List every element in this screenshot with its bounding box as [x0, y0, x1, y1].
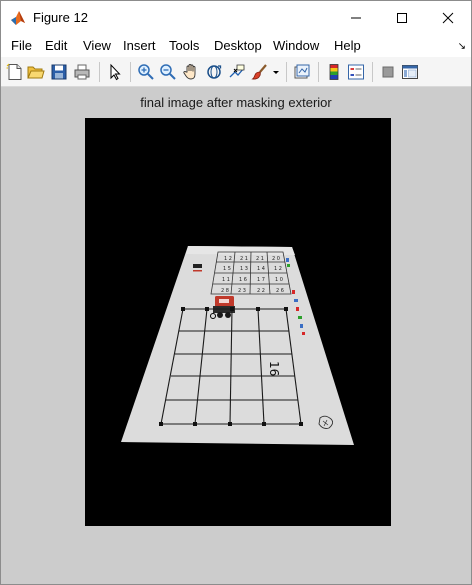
maximize-button[interactable]	[379, 1, 425, 35]
insert-colorbar-icon[interactable]	[325, 63, 343, 81]
grid-number: 16	[267, 361, 281, 376]
show-plot-tools-icon[interactable]	[401, 63, 419, 81]
open-file-icon[interactable]	[27, 63, 45, 81]
svg-text:1 5: 1 5	[223, 266, 231, 272]
menu-view[interactable]: View	[83, 38, 111, 54]
menu-edit[interactable]: Edit	[45, 38, 67, 54]
menu-file[interactable]: File	[11, 38, 32, 54]
svg-text:1 6: 1 6	[239, 277, 247, 283]
matlab-logo-icon	[10, 10, 26, 26]
save-icon[interactable]	[50, 63, 68, 81]
brush-dropdown-icon[interactable]	[271, 63, 281, 81]
new-figure-icon[interactable]	[6, 63, 24, 81]
svg-text:1 3: 1 3	[240, 266, 248, 272]
svg-text:1 0: 1 0	[275, 277, 283, 283]
svg-text:2 0: 2 0	[272, 256, 280, 262]
minimize-button[interactable]	[333, 1, 379, 35]
data-cursor-icon[interactable]	[228, 63, 246, 81]
close-icon	[442, 12, 454, 24]
dock-arrow-icon[interactable]: ↘	[458, 41, 466, 52]
toolbar-separator	[318, 62, 319, 82]
link-plot-icon[interactable]	[293, 63, 311, 81]
svg-text:1 7: 1 7	[257, 277, 265, 283]
select-arrow-icon[interactable]	[106, 63, 124, 81]
svg-text:1 2: 1 2	[274, 266, 282, 272]
toolbar-separator	[372, 62, 373, 82]
svg-text:2 2: 2 2	[257, 288, 265, 294]
menu-help[interactable]: Help	[334, 38, 361, 54]
svg-text:2 1: 2 1	[240, 256, 248, 262]
masked-image: 1 2 2 1 2 1 2 0 1 5 1 3 1 4 1 2 1 1 1 6 …	[85, 118, 391, 526]
toolbar-separator	[130, 62, 131, 82]
figure-canvas: final image after masking exterior 1 2 2…	[1, 87, 471, 584]
svg-text:2 6: 2 6	[276, 288, 284, 294]
toolbar-separator	[286, 62, 287, 82]
pan-hand-icon[interactable]	[182, 63, 200, 81]
svg-text:2 8: 2 8	[221, 288, 229, 294]
close-button[interactable]	[425, 1, 471, 35]
zoom-out-icon[interactable]	[159, 63, 177, 81]
print-icon[interactable]	[73, 63, 91, 81]
menu-tools[interactable]: Tools	[169, 38, 199, 54]
figure-window: Figure 12 File Edit View Insert Tools De…	[0, 0, 472, 585]
toolbar-separator	[99, 62, 100, 82]
maximize-icon	[397, 13, 407, 23]
svg-text:1 4: 1 4	[257, 266, 265, 272]
menu-bar: File Edit View Insert Tools Desktop Wind…	[1, 35, 471, 57]
mat-photo: 1 2 2 1 2 1 2 0 1 5 1 3 1 4 1 2 1 1 1 6 …	[85, 118, 391, 526]
figure-toolbar	[1, 57, 471, 87]
insert-legend-icon[interactable]	[347, 63, 365, 81]
menu-insert[interactable]: Insert	[123, 38, 156, 54]
svg-text:2 1: 2 1	[256, 256, 264, 262]
brush-icon[interactable]	[251, 63, 269, 81]
minimize-icon	[351, 17, 361, 19]
svg-text:1 2: 1 2	[224, 256, 232, 262]
window-title: Figure 12	[33, 10, 88, 25]
menu-desktop[interactable]: Desktop	[214, 38, 262, 54]
axes-title: final image after masking exterior	[140, 95, 332, 110]
menu-window[interactable]: Window	[273, 38, 319, 54]
zoom-in-icon[interactable]	[137, 63, 155, 81]
rotate-3d-icon[interactable]	[205, 63, 223, 81]
svg-text:1 1: 1 1	[222, 277, 230, 283]
hide-plot-tools-icon[interactable]	[379, 63, 397, 81]
svg-text:2 3: 2 3	[238, 288, 246, 294]
title-bar[interactable]: Figure 12	[1, 1, 471, 35]
